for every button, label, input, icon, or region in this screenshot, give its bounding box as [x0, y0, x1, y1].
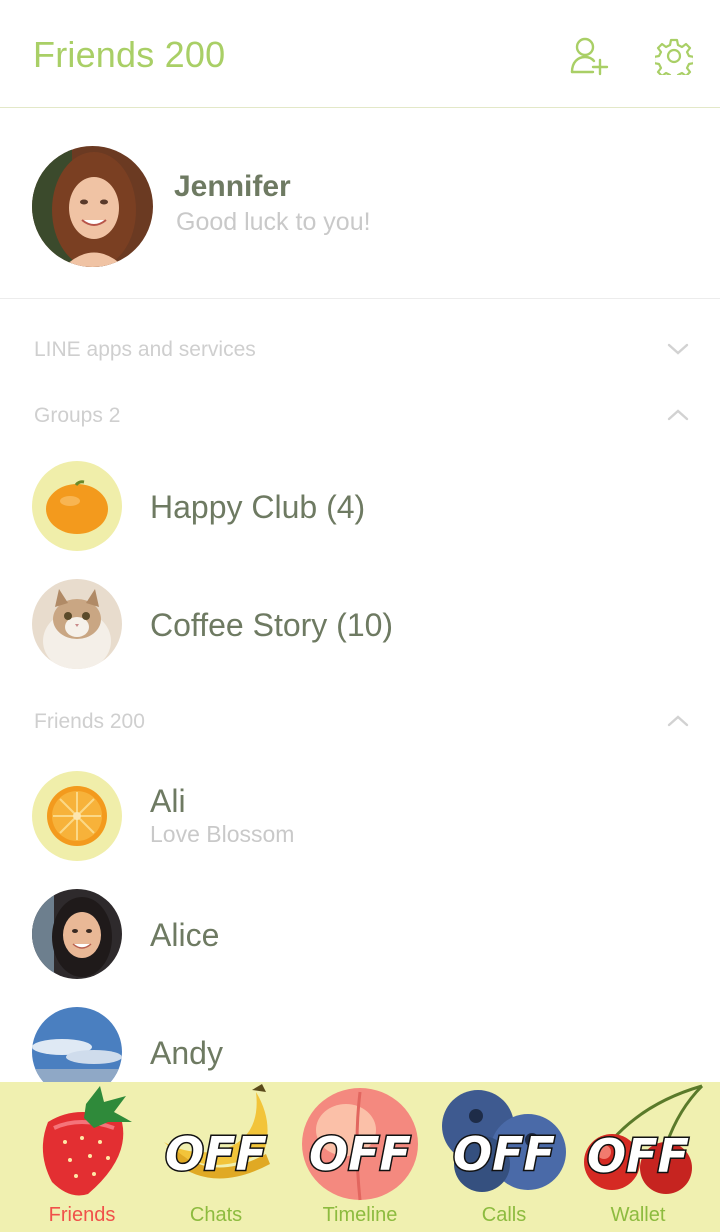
section-groups[interactable]: Groups 2	[0, 386, 720, 446]
friend-avatar	[32, 889, 122, 979]
list-item[interactable]: Happy Club (4)	[0, 461, 720, 579]
tab-timeline[interactable]: OFF Timeline	[288, 1082, 432, 1232]
peach-icon: OFF	[302, 1088, 418, 1201]
section-label: Friends 200	[34, 710, 145, 733]
list-item[interactable]: Ali Love Blossom	[0, 771, 720, 889]
section-label: LINE apps and services	[34, 338, 256, 361]
group-avatar	[32, 461, 122, 551]
friends-screen: Friends 200 Jennifer Good luck to you! L…	[0, 0, 720, 1232]
banana-icon: OFF	[164, 1084, 270, 1183]
section-line-apps[interactable]: LINE apps and services	[0, 320, 720, 380]
off-badge: OFF	[587, 1129, 689, 1183]
friend-name: Alice	[150, 917, 220, 953]
tab-label: Friends	[48, 1204, 116, 1226]
profile-status: Good luck to you!	[176, 208, 371, 236]
chevron-down-icon	[667, 343, 689, 355]
off-badge: OFF	[165, 1127, 267, 1181]
friend-name: Andy	[150, 1035, 223, 1071]
tab-friends[interactable]: Friends	[10, 1082, 154, 1232]
list-item[interactable]: Alice	[0, 889, 720, 1007]
gear-icon[interactable]	[652, 37, 696, 82]
app-header: Friends 200	[0, 0, 720, 108]
tab-label: Calls	[481, 1204, 527, 1226]
add-friend-icon[interactable]	[569, 36, 609, 76]
avatar[interactable]	[32, 146, 153, 267]
group-name: Coffee Story (10)	[150, 607, 394, 643]
friend-status: Love Blossom	[150, 821, 295, 847]
tab-label: Timeline	[322, 1204, 398, 1226]
section-friends[interactable]: Friends 200	[0, 692, 720, 752]
tab-wallet[interactable]: OFF Wallet	[566, 1082, 710, 1232]
tab-label: Chats	[189, 1204, 243, 1226]
off-badge: OFF	[453, 1127, 555, 1181]
off-badge: OFF	[309, 1127, 411, 1181]
friend-name: Ali	[150, 783, 186, 819]
strawberry-icon	[42, 1086, 132, 1196]
chevron-up-icon	[667, 715, 689, 727]
page-title: Friends 200	[33, 34, 226, 75]
profile-name: Jennifer	[174, 170, 291, 203]
chevron-up-icon	[667, 409, 689, 421]
group-avatar	[32, 579, 122, 669]
cherry-icon: OFF	[584, 1084, 704, 1194]
friend-avatar	[32, 771, 122, 861]
section-label: Groups 2	[34, 404, 121, 427]
tab-bar: Friends OFF Chats OFF Timeline OFF Calls…	[0, 1082, 720, 1232]
list-item[interactable]: Coffee Story (10)	[0, 579, 720, 697]
tab-calls[interactable]: OFF Calls	[432, 1082, 576, 1232]
tab-label: Wallet	[610, 1204, 666, 1226]
group-name: Happy Club (4)	[150, 489, 366, 525]
blueberry-icon: OFF	[442, 1090, 566, 1192]
tab-chats[interactable]: OFF Chats	[144, 1082, 288, 1232]
my-profile[interactable]: Jennifer Good luck to you!	[0, 108, 720, 299]
